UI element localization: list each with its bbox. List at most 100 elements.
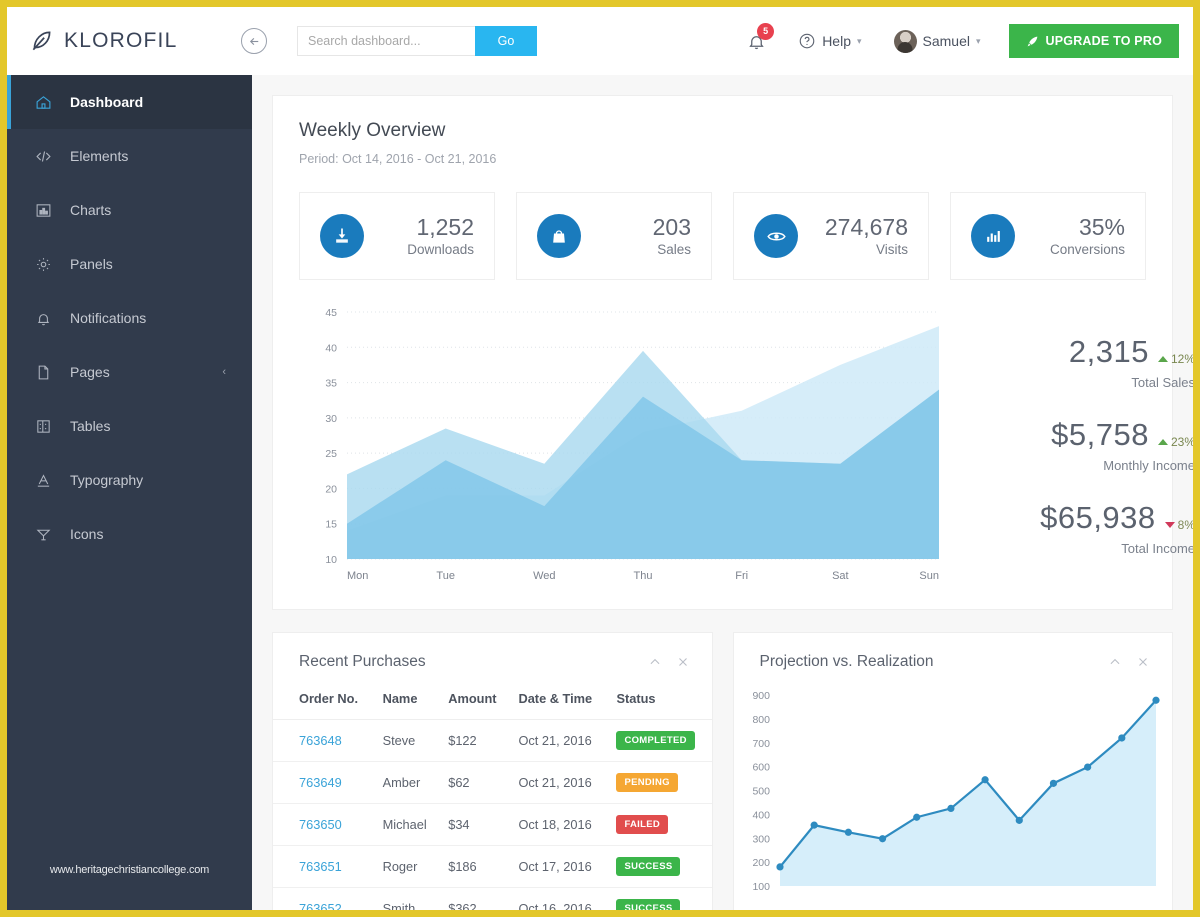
stat-card-conversions[interactable]: 35% Conversions (950, 192, 1146, 280)
cell-amount: $362 (440, 887, 511, 910)
svg-text:30: 30 (325, 413, 337, 425)
svg-text:Fri: Fri (735, 570, 748, 582)
svg-text:400: 400 (752, 809, 770, 821)
user-menu[interactable]: Samuel ▾ (878, 29, 997, 53)
sidebar-item-notifications[interactable]: Notifications (7, 291, 252, 345)
close-icon[interactable] (676, 655, 690, 669)
home-icon (34, 93, 52, 111)
side-stat-value: $65,938 (1040, 499, 1156, 535)
order-link[interactable]: 763648 (299, 733, 342, 748)
stat-card-downloads[interactable]: 1,252 Downloads (299, 192, 495, 280)
chevron-left-icon: ‹ (222, 366, 226, 378)
sidebar-item-elements[interactable]: Elements (7, 129, 252, 183)
projection-chart-svg: 100 200 300 400 500 600 700 800 900 (752, 690, 1160, 892)
panel-header: Recent Purchases (273, 633, 712, 687)
svg-text:Wed: Wed (533, 570, 555, 582)
cell-amount: $62 (440, 761, 511, 804)
gear-icon (34, 255, 52, 273)
order-link[interactable]: 763649 (299, 775, 342, 790)
sidebar-item-icons[interactable]: Icons (7, 507, 252, 561)
stat-label: Visits (875, 242, 908, 258)
table-row[interactable]: 763652 Smith $362 Oct 16, 2016 SUCCESS (273, 887, 712, 910)
close-icon[interactable] (1136, 655, 1150, 669)
order-link[interactable]: 763652 (299, 901, 342, 910)
side-stat-monthly-income: $5,758 23% Monthly Income (973, 417, 1193, 473)
sidebar-item-label: Dashboard (70, 94, 144, 110)
side-stat-total-income: $65,938 8% Total Income (973, 500, 1193, 556)
column-status: Status (608, 687, 712, 720)
stat-label: Conversions (1049, 242, 1125, 258)
notifications-button[interactable]: 5 (731, 22, 782, 51)
arrow-left-circle-icon[interactable] (241, 28, 267, 54)
side-stat-label: Monthly Income (1103, 457, 1193, 473)
svg-text:100: 100 (752, 881, 770, 892)
sidebar-item-panels[interactable]: Panels (7, 237, 252, 291)
svg-text:900: 900 (752, 690, 770, 702)
svg-text:500: 500 (752, 786, 770, 798)
sidebar-item-dashboard[interactable]: Dashboard (7, 75, 252, 129)
table-row[interactable]: 763648 Steve $122 Oct 21, 2016 COMPLETED (273, 719, 712, 762)
side-stat-delta: 12% (1157, 351, 1193, 366)
upgrade-label: UPGRADE TO PRO (1045, 34, 1162, 48)
column-order-no: Order No. (273, 687, 375, 720)
table-row[interactable]: 763651 Roger $186 Oct 17, 2016 SUCCESS (273, 845, 712, 888)
chevron-up-icon[interactable] (648, 655, 662, 669)
sidebar-item-typography[interactable]: Typography (7, 453, 252, 507)
typography-icon (34, 471, 52, 489)
stat-value: 203 (652, 213, 691, 240)
purchases-table: Order No. Name Amount Date & Time Status… (273, 687, 712, 910)
recent-purchases-panel: Recent Purchases Order No. Name Amount D… (272, 632, 713, 910)
cell-amount: $122 (440, 719, 511, 762)
stat-value: 274,678 (824, 213, 908, 240)
overview-chart-row: 10 15 20 25 30 35 40 45 Mon Tue Wed Thu Fri Sat Sun 2,… (299, 302, 1193, 587)
side-stat-delta-value: 23% (1170, 434, 1193, 449)
svg-text:Sun: Sun (919, 570, 939, 582)
chart-icon (34, 201, 52, 219)
stat-label: Downloads (407, 242, 474, 258)
stat-card-sales[interactable]: 203 Sales (516, 192, 712, 280)
svg-text:10: 10 (325, 554, 337, 566)
side-stat-delta-value: 8% (1177, 517, 1193, 532)
weekly-area-chart: 10 15 20 25 30 35 40 45 Mon Tue Wed Thu Fri Sat Sun (299, 302, 959, 587)
sidebar-item-label: Tables (70, 418, 111, 434)
side-stat-total-sales: 2,315 12% Total Sales (973, 334, 1193, 390)
page-title: Weekly Overview (299, 120, 446, 141)
sidebar-item-pages[interactable]: Pages ‹ (7, 345, 252, 399)
order-link[interactable]: 763650 (299, 817, 342, 832)
file-icon (34, 363, 52, 381)
cell-amount: $34 (440, 803, 511, 846)
table-row[interactable]: 763650 Michael $34 Oct 18, 2016 FAILED (273, 803, 712, 846)
body-row: Dashboard Elements Charts Panels Notific… (7, 75, 1193, 910)
search-input[interactable] (297, 26, 475, 56)
side-stat-label: Total Sales (1131, 374, 1193, 390)
panel-actions (648, 655, 690, 669)
table-header-row: Order No. Name Amount Date & Time Status (273, 687, 712, 720)
upgrade-to-pro-button[interactable]: UPGRADE TO PRO (1008, 24, 1179, 58)
avatar (893, 29, 917, 53)
cell-name: Amber (374, 761, 441, 804)
sidebar-item-charts[interactable]: Charts (7, 183, 252, 237)
side-stat-delta-value: 12% (1170, 351, 1193, 366)
chevron-up-icon[interactable] (1108, 655, 1122, 669)
sidebar-item-label: Typography (70, 472, 144, 488)
panel-title: Recent Purchases (299, 653, 426, 670)
help-menu[interactable]: Help ▾ (782, 32, 877, 50)
leaf-icon (29, 28, 55, 54)
code-icon (34, 147, 52, 165)
svg-text:40: 40 (325, 342, 337, 354)
triangle-up-icon (1157, 355, 1168, 362)
order-link[interactable]: 763651 (299, 859, 342, 874)
side-stat-value: $5,758 (1051, 416, 1149, 452)
side-stat-value: 2,315 (1068, 333, 1149, 369)
cell-amount: $186 (440, 845, 511, 888)
stat-card-visits[interactable]: 274,678 Visits (733, 192, 929, 280)
brand-logo[interactable]: KLOROFIL (29, 28, 237, 54)
table-row[interactable]: 763649 Amber $62 Oct 21, 2016 PENDING (273, 761, 712, 804)
side-stat-delta: 8% (1164, 517, 1193, 532)
bottom-panels-row: Recent Purchases Order No. Name Amount D… (272, 632, 1173, 910)
bar-chart-icon (971, 214, 1015, 258)
sidebar-item-tables[interactable]: Tables (7, 399, 252, 453)
search-go-button[interactable]: Go (475, 26, 537, 56)
sidebar-item-label: Pages (70, 364, 110, 380)
projection-panel: Projection vs. Realization 100 200 300 400 5… (732, 632, 1173, 910)
